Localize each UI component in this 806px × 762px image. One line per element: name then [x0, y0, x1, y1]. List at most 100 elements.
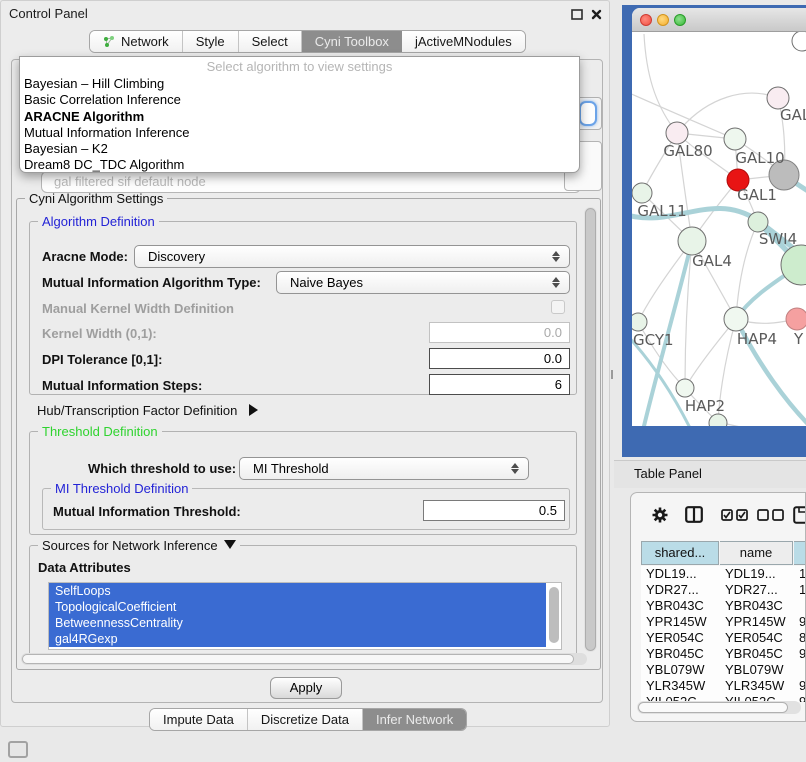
- float-window-icon[interactable]: [569, 7, 584, 22]
- aracne-mode-combo[interactable]: Discovery: [134, 245, 570, 268]
- node-gcy1[interactable]: [632, 313, 647, 331]
- cyni-algorithm-settings-title: Cyni Algorithm Settings: [25, 191, 167, 206]
- table-cell[interactable]: YLR345W: [641, 678, 720, 694]
- table-cell[interactable]: YBL079W: [641, 662, 720, 678]
- mi-threshold-label: Mutual Information Threshold:: [53, 504, 241, 519]
- network-selector-combo[interactable]: gal filtered sif default node: [41, 171, 581, 193]
- table-cell[interactable]: 9.: [794, 614, 806, 630]
- tab-network[interactable]: Network: [90, 31, 183, 52]
- checked-boxes-icon[interactable]: [721, 509, 749, 521]
- mi-steps-field[interactable]: 6: [429, 374, 570, 395]
- table-cell[interactable]: YLR345W: [720, 678, 794, 694]
- threshold-definition-group: Threshold Definition Which threshold to …: [29, 431, 577, 535]
- table-cell[interactable]: 8.: [794, 630, 806, 646]
- network-canvas[interactable]: GAL GAL80 GAL10 GAL1 GAL11 SWI4 GAL4 HAP…: [632, 32, 806, 426]
- table-cell[interactable]: YER054C: [720, 630, 794, 646]
- list-item[interactable]: TopologicalCoefficient: [49, 599, 546, 615]
- list-item[interactable]: gal4RGexp: [49, 631, 546, 647]
- close-icon[interactable]: [589, 7, 604, 22]
- minimized-panel-icon[interactable]: [8, 741, 28, 758]
- table-cell[interactable]: YPR145W: [641, 614, 720, 630]
- manual-kernel-checkbox[interactable]: [551, 300, 565, 314]
- algorithm-definition-group: Algorithm Definition Aracne Mode: Discov…: [29, 221, 577, 395]
- close-traffic-light-icon[interactable]: [640, 14, 652, 26]
- panel-splitter-handle[interactable]: [611, 370, 615, 379]
- gear-icon[interactable]: [651, 506, 669, 524]
- which-threshold-value: MI Threshold: [253, 461, 329, 476]
- table-cell[interactable]: YBR043C: [641, 598, 720, 614]
- table-cell[interactable]: 9.: [794, 646, 806, 662]
- column-header-partial[interactable]: [794, 541, 806, 565]
- tab-jactivemnodules[interactable]: jActiveMNodules: [402, 31, 525, 52]
- tab-cyni-toolbox[interactable]: Cyni Toolbox: [302, 31, 402, 52]
- node[interactable]: [792, 32, 806, 51]
- popup-placeholder: Select algorithm to view settings: [20, 57, 579, 76]
- node-hap4[interactable]: [724, 307, 748, 331]
- mi-steps-label: Mutual Information Steps:: [42, 378, 202, 393]
- node-gal11[interactable]: [632, 183, 652, 203]
- node-gal80[interactable]: [666, 122, 688, 144]
- mi-threshold-field[interactable]: 0.5: [423, 500, 565, 521]
- table-cell[interactable]: 9.: [794, 678, 806, 694]
- table-cell[interactable]: YBL079W: [720, 662, 794, 678]
- mi-algorithm-type-combo[interactable]: Naive Bayes: [276, 271, 570, 294]
- table-cell[interactable]: YER054C: [641, 630, 720, 646]
- menu-item[interactable]: Bayesian – Hill Climbing: [20, 76, 579, 92]
- menu-item[interactable]: Dream8 DC_TDC Algorithm: [20, 157, 579, 173]
- minimize-traffic-light-icon[interactable]: [657, 14, 669, 26]
- table-cell[interactable]: YDL19...: [641, 566, 720, 582]
- aracne-mode-value: Discovery: [148, 249, 205, 264]
- tab-style[interactable]: Style: [183, 31, 239, 52]
- menu-item-highlighted[interactable]: ARACNE Algorithm: [20, 109, 579, 125]
- table-cell[interactable]: YDR27...: [641, 582, 720, 598]
- kernel-width-field[interactable]: 0.0: [429, 322, 570, 343]
- aracne-mode-label: Aracne Mode:: [42, 249, 128, 264]
- expand-right-icon[interactable]: [249, 404, 258, 416]
- node-hap2[interactable]: [676, 379, 694, 397]
- list-item[interactable]: BetweennessCentrality: [49, 615, 546, 631]
- unchecked-boxes-icon[interactable]: [757, 509, 785, 521]
- list-item[interactable]: SelfLoops: [49, 583, 546, 599]
- column-header-shared-name[interactable]: shared...: [641, 541, 719, 565]
- partial-toolbar-icon[interactable]: [793, 506, 806, 524]
- node-swi4[interactable]: [748, 212, 768, 232]
- columns-icon[interactable]: [685, 506, 703, 523]
- menu-item[interactable]: Basic Correlation Inference: [20, 92, 579, 108]
- list-scrollbar[interactable]: [548, 585, 560, 645]
- tab-discretize-data[interactable]: Discretize Data: [248, 709, 363, 730]
- table-cell[interactable]: 13: [794, 566, 806, 582]
- hub-definition-section[interactable]: Hub/Transcription Factor Definition: [37, 403, 258, 418]
- data-attributes-list[interactable]: SelfLoops TopologicalCoefficient Between…: [48, 582, 562, 650]
- dpi-tolerance-field[interactable]: 0.0: [429, 348, 570, 369]
- table-cell[interactable]: YBR045C: [720, 646, 794, 662]
- tab-impute-data[interactable]: Impute Data: [150, 709, 248, 730]
- collapse-down-icon[interactable]: [224, 540, 236, 549]
- menu-item[interactable]: Mutual Information Inference: [20, 125, 579, 141]
- which-threshold-combo[interactable]: MI Threshold: [239, 457, 529, 480]
- table-cell[interactable]: YDL19...: [720, 566, 794, 582]
- table-cell[interactable]: YDR27...: [720, 582, 794, 598]
- settings-vertical-scrollbar[interactable]: [584, 207, 597, 652]
- node-label: HAP2: [685, 397, 725, 415]
- table-cell[interactable]: YBR045C: [641, 646, 720, 662]
- sources-group-title-text: Sources for Network Inference: [42, 538, 218, 553]
- apply-button[interactable]: Apply: [270, 677, 342, 699]
- tab-select[interactable]: Select: [239, 31, 302, 52]
- table-cell[interactable]: [794, 662, 806, 678]
- table-cell[interactable]: YBR043C: [720, 598, 794, 614]
- menu-item[interactable]: Bayesian – K2: [20, 141, 579, 157]
- settings-horizontal-scrollbar[interactable]: [21, 653, 587, 665]
- table-cell[interactable]: [794, 598, 806, 614]
- which-threshold-label: Which threshold to use:: [88, 461, 236, 476]
- tab-infer-network[interactable]: Infer Network: [363, 709, 466, 730]
- node-salmon[interactable]: [786, 308, 806, 330]
- node-gal10[interactable]: [724, 128, 746, 150]
- column-header-name[interactable]: name: [720, 541, 793, 565]
- zoom-traffic-light-icon[interactable]: [674, 14, 686, 26]
- threshold-definition-title: Threshold Definition: [38, 424, 162, 439]
- table-cell[interactable]: YPR145W: [720, 614, 794, 630]
- table-horizontal-scrollbar[interactable]: [637, 701, 801, 714]
- hub-definition-label: Hub/Transcription Factor Definition: [37, 403, 237, 418]
- table-cell[interactable]: 12: [794, 582, 806, 598]
- node-gal4[interactable]: [678, 227, 706, 255]
